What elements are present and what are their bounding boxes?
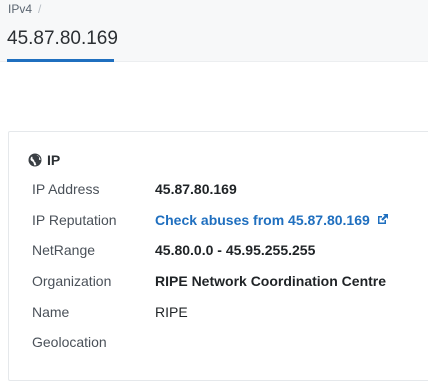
active-tab-underline [7,59,114,62]
row-name: Name RIPE [32,304,428,324]
ip-address-value: 45.87.80.169 [155,181,237,197]
row-geolocation: Geolocation [32,334,428,354]
row-label: Geolocation [32,334,107,350]
netrange-value: 45.80.0.0 - 45.95.255.255 [155,242,316,258]
row-label: IP Address [32,181,100,197]
globe-icon [28,153,42,167]
row-label: NetRange [32,242,96,258]
row-netrange: NetRange 45.80.0.0 - 45.95.255.255 [32,242,428,262]
check-abuses-link[interactable]: Check abuses from 45.87.80.169 [155,212,389,229]
row-organization: Organization RIPE Network Coordination C… [32,273,428,293]
page-header: IPv4 / 45.87.80.169 [0,0,428,62]
row-label: Name [32,304,70,320]
row-ip-reputation: IP Reputation Check abuses from 45.87.80… [32,212,428,232]
external-link-icon[interactable] [376,213,389,229]
name-value: RIPE [155,304,188,320]
card-title: IP [47,152,61,168]
page-title: 45.87.80.169 [7,28,118,49]
check-abuses-link-text[interactable]: Check abuses from 45.87.80.169 [155,212,370,228]
organization-value: RIPE Network Coordination Centre [155,273,387,289]
row-label: Organization [32,273,112,289]
card-header: IP [28,151,60,169]
row-label: IP Reputation [32,212,117,228]
breadcrumb: IPv4 / [8,2,41,16]
row-ip-address: IP Address 45.87.80.169 [32,181,428,201]
breadcrumb-item-ipv4[interactable]: IPv4 [8,2,32,16]
breadcrumb-separator: / [38,2,42,16]
